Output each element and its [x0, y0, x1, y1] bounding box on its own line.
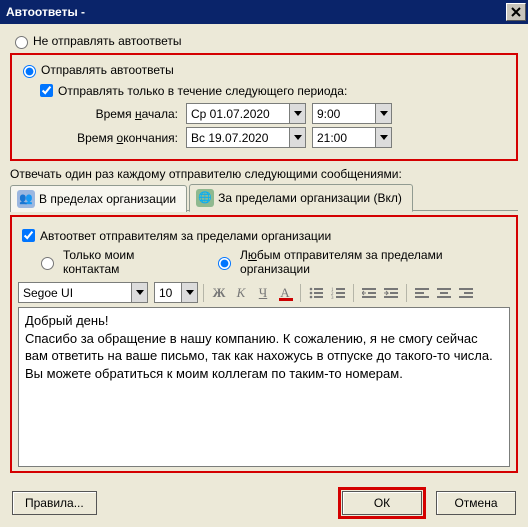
any-pre: Л — [240, 248, 248, 262]
tabs: 👥 В пределах организации 🌐 За пределами … — [10, 183, 518, 211]
checkbox-period[interactable]: Отправлять только в течение следующего п… — [36, 81, 510, 100]
window-title: Автоответы - — [6, 5, 85, 19]
indent-icon[interactable] — [381, 283, 401, 303]
start-label-post: ачала: — [142, 107, 178, 121]
reply-each-label: Отвечать один раз каждому отправителю сл… — [10, 167, 518, 181]
align-center-icon[interactable] — [434, 283, 454, 303]
chevron-down-icon[interactable] — [375, 128, 391, 147]
start-label-u: н — [135, 107, 142, 121]
cancel-button[interactable]: Отмена — [436, 491, 516, 515]
tab-outside-org[interactable]: 🌐 За пределами организации (Вкл) — [189, 184, 413, 212]
tab-outside-label: За пределами организации (Вкл) — [218, 191, 402, 205]
ok-button[interactable]: ОК — [342, 491, 422, 515]
checkbox-auto-outside[interactable]: Автоответ отправителям за пределами орга… — [18, 226, 510, 245]
radio-row-scope: Только моим контактам Любым отправителям… — [36, 248, 510, 276]
any-post: бым отправителям за пределами организаци… — [240, 248, 443, 276]
checkbox-period-label: Отправлять только в течение следующего п… — [58, 84, 347, 98]
any-u: ю — [248, 248, 257, 262]
rules-button-label: Правила... — [25, 496, 84, 510]
toolbar-separator — [203, 284, 204, 302]
color-swatch-icon — [279, 298, 293, 301]
editor-toolbar: Segoe UI 10 Ж К Ч А 123 — [18, 282, 510, 303]
editor-line-1: Добрый день! — [25, 312, 503, 330]
font-family-combo[interactable]: Segoe UI — [18, 282, 148, 303]
start-date-combo[interactable]: Ср 01.07.2020 — [186, 103, 306, 124]
bullet-list-icon[interactable] — [306, 283, 326, 303]
align-right-icon[interactable] — [456, 283, 476, 303]
end-label: Время окончания: — [56, 131, 186, 145]
radio-send-input[interactable] — [23, 65, 36, 78]
dialog-body: Не отправлять автоответы Отправлять авто… — [0, 24, 528, 481]
row-end-time: Время окончания: Вс 19.07.2020 21:00 — [56, 127, 510, 148]
highlight-outside-section: Автоответ отправителям за пределами орга… — [10, 215, 518, 473]
start-time-value: 9:00 — [317, 107, 340, 121]
font-family-value: Segoe UI — [23, 286, 73, 300]
toolbar-separator — [406, 284, 407, 302]
checkbox-period-input[interactable] — [40, 84, 53, 97]
cancel-button-label: Отмена — [454, 496, 497, 510]
start-date-value: Ср 01.07.2020 — [191, 107, 270, 121]
underline-button[interactable]: Ч — [253, 283, 273, 303]
start-label: Время начала: — [56, 107, 186, 121]
end-date-combo[interactable]: Вс 19.07.2020 — [186, 127, 306, 148]
font-size-combo[interactable]: 10 — [154, 282, 198, 303]
checkbox-auto-outside-label: Автоответ отправителям за пределами орга… — [40, 229, 331, 243]
radio-only-contacts-label: Только моим контактам — [63, 248, 191, 276]
chevron-down-icon[interactable] — [181, 283, 197, 302]
chevron-down-icon[interactable] — [131, 283, 147, 302]
bold-button[interactable]: Ж — [209, 283, 229, 303]
radio-any-sender-input[interactable] — [218, 257, 231, 270]
start-time-combo[interactable]: 9:00 — [312, 103, 392, 124]
radio-send[interactable]: Отправлять автоответы — [18, 62, 510, 78]
end-time-value: 21:00 — [317, 131, 347, 145]
ok-button-label: ОК — [374, 496, 390, 510]
titlebar: Автоответы - — [0, 0, 528, 24]
editor-line-2: Спасибо за обращение в нашу компанию. К … — [25, 330, 503, 383]
users-icon: 👥 — [17, 190, 35, 208]
end-label-pre: Время — [77, 131, 116, 145]
close-icon[interactable] — [506, 3, 526, 21]
globe-icon: 🌐 — [196, 189, 214, 207]
chevron-down-icon[interactable] — [289, 128, 305, 147]
radio-any-sender-label: Любым отправителям за пределами организа… — [240, 248, 510, 276]
font-color-button[interactable]: А — [275, 283, 295, 303]
italic-button[interactable]: К — [231, 283, 251, 303]
end-label-post: кончания: — [123, 131, 178, 145]
radio-send-label: Отправлять автоответы — [41, 63, 174, 77]
align-left-icon[interactable] — [412, 283, 432, 303]
chevron-down-icon[interactable] — [375, 104, 391, 123]
end-time-combo[interactable]: 21:00 — [312, 127, 392, 148]
start-label-pre: Время — [96, 107, 135, 121]
highlight-send-section: Отправлять автоответы Отправлять только … — [10, 53, 518, 161]
message-editor[interactable]: Добрый день! Спасибо за обращение в нашу… — [18, 307, 510, 467]
outdent-icon[interactable] — [359, 283, 379, 303]
end-date-value: Вс 19.07.2020 — [191, 131, 268, 145]
number-list-icon[interactable]: 123 — [328, 283, 348, 303]
rules-button[interactable]: Правила... — [12, 491, 97, 515]
row-start-time: Время начала: Ср 01.07.2020 9:00 — [56, 103, 510, 124]
dialog-footer: Правила... ОК Отмена — [0, 481, 528, 527]
tab-inside-org[interactable]: 👥 В пределах организации — [10, 185, 187, 212]
chevron-down-icon[interactable] — [289, 104, 305, 123]
radio-only-contacts-input[interactable] — [41, 257, 54, 270]
checkbox-auto-outside-input[interactable] — [22, 229, 35, 242]
tab-inside-label: В пределах организации — [39, 192, 176, 206]
svg-text:3: 3 — [331, 296, 334, 299]
font-size-value: 10 — [159, 286, 172, 300]
radio-dont-send[interactable]: Не отправлять автоответы — [10, 33, 518, 49]
toolbar-separator — [353, 284, 354, 302]
toolbar-separator — [300, 284, 301, 302]
radio-dont-send-label: Не отправлять автоответы — [33, 34, 181, 48]
radio-dont-send-input[interactable] — [15, 36, 28, 49]
